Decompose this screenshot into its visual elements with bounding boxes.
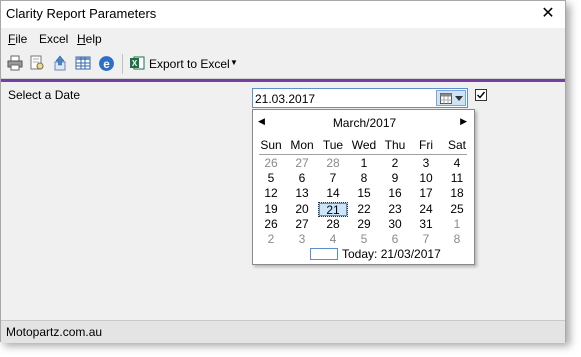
email-icon[interactable]: e [98, 55, 115, 72]
calendar-day[interactable]: 25 [442, 202, 472, 217]
printer-icon[interactable] [7, 55, 23, 71]
status-bar: Motopartz.com.au [1, 320, 565, 343]
calendar-day[interactable]: 10 [411, 171, 441, 186]
calendar-day[interactable]: 18 [442, 186, 472, 201]
calendar-icon [440, 93, 452, 104]
calendar-day[interactable]: 14 [318, 186, 348, 201]
calendar-day[interactable]: 3 [287, 232, 317, 247]
calendar-day[interactable]: 16 [380, 186, 410, 201]
next-month-button[interactable]: ▶ [460, 116, 467, 127]
today-marker[interactable] [310, 248, 338, 260]
date-picker-field[interactable]: 21.03.2017 [252, 88, 468, 108]
calendar-day[interactable]: 2 [380, 156, 410, 171]
window-title: Clarity Report Parameters [6, 6, 157, 21]
menu-excel[interactable]: Excel [39, 32, 68, 46]
chevron-down-icon [455, 96, 463, 101]
print-preview-icon[interactable] [29, 55, 45, 71]
calendar-day[interactable]: 5 [256, 171, 286, 186]
calendar-month-title[interactable]: March/2017 [253, 116, 476, 130]
calendar-dropdown-button[interactable] [436, 90, 466, 106]
date-value[interactable]: 21.03.2017 [255, 92, 315, 106]
menu-bar: File Excel Help [1, 28, 565, 50]
calendar-day[interactable]: 3 [411, 156, 441, 171]
weekday-label: Fri [419, 138, 433, 152]
status-text: Motopartz.com.au [6, 325, 103, 339]
calendar-day[interactable]: 20 [287, 202, 317, 217]
table-icon[interactable] [75, 55, 91, 71]
checkmark-icon [477, 91, 486, 99]
calendar-day[interactable]: 22 [349, 202, 379, 217]
calendar-day[interactable]: 19 [256, 202, 286, 217]
export-icon[interactable] [52, 55, 68, 71]
date-enabled-checkbox[interactable] [475, 89, 487, 101]
calendar-day[interactable]: 30 [380, 217, 410, 232]
toolbar: e X Export to Excel ▼ [1, 50, 565, 79]
calendar-day[interactable]: 26 [256, 156, 286, 171]
calendar-day[interactable]: 6 [380, 232, 410, 247]
calendar-day[interactable]: 1 [349, 156, 379, 171]
title-bar: Clarity Report Parameters ✕ [1, 1, 565, 27]
toolbar-separator [122, 54, 123, 74]
weekday-label: Wed [351, 138, 377, 152]
calendar-day[interactable]: 27 [287, 156, 317, 171]
calendar-day[interactable]: 1 [442, 217, 472, 232]
calendar-day[interactable]: 12 [256, 186, 286, 201]
weekday-label: Sun [260, 138, 282, 152]
chevron-down-icon[interactable]: ▼ [230, 58, 238, 67]
report-parameters-window: Clarity Report Parameters ✕ File Excel H… [0, 0, 566, 343]
calendar-day[interactable]: 4 [318, 232, 348, 247]
calendar-day[interactable]: 15 [349, 186, 379, 201]
calendar-day-selected[interactable]: 21 [318, 201, 348, 217]
calendar-day[interactable]: 28 [318, 156, 348, 171]
weekday-label: Thu [384, 138, 406, 152]
calendar-day[interactable]: 8 [349, 171, 379, 186]
calendar-day[interactable]: 31 [411, 217, 441, 232]
calendar-day[interactable]: 4 [442, 156, 472, 171]
calendar-day[interactable]: 28 [318, 217, 348, 232]
excel-icon: X [130, 56, 145, 70]
weekday-label: Tue [322, 138, 344, 152]
parameters-panel: Select a Date 21.03.2017 ◀ March/2017 ▶ … [1, 82, 565, 320]
today-link[interactable]: Today: 21/03/2017 [342, 247, 441, 261]
calendar-day[interactable]: 8 [442, 232, 472, 247]
close-button[interactable]: ✕ [537, 3, 559, 25]
weekday-label: Sat [447, 138, 466, 152]
calendar-day[interactable]: 7 [411, 232, 441, 247]
calendar-day[interactable]: 23 [380, 202, 410, 217]
weekday-label: Mon [290, 138, 314, 152]
calendar-day[interactable]: 7 [318, 171, 348, 186]
calendar-day[interactable]: 2 [256, 232, 286, 247]
calendar-day[interactable]: 29 [349, 217, 379, 232]
weekday-divider [259, 154, 467, 155]
export-to-excel-button[interactable]: Export to Excel [149, 57, 230, 71]
calendar-day[interactable]: 24 [411, 202, 441, 217]
calendar-day[interactable]: 26 [256, 217, 286, 232]
calendar-day[interactable]: 27 [287, 217, 317, 232]
calendar-day[interactable]: 9 [380, 171, 410, 186]
calendar-day[interactable]: 6 [287, 171, 317, 186]
menu-file[interactable]: File [8, 32, 27, 46]
svg-text:e: e [103, 58, 110, 71]
calendar-day[interactable]: 11 [442, 171, 472, 186]
calendar-dropdown: ◀ March/2017 ▶ Sun Mon Tue Wed Thu Fri S… [252, 109, 475, 265]
calendar-day[interactable]: 17 [411, 186, 441, 201]
menu-help[interactable]: Help [77, 32, 102, 46]
svg-text:X: X [132, 59, 138, 68]
select-date-label: Select a Date [8, 88, 81, 102]
calendar-day[interactable]: 5 [349, 232, 379, 247]
calendar-day[interactable]: 13 [287, 186, 317, 201]
